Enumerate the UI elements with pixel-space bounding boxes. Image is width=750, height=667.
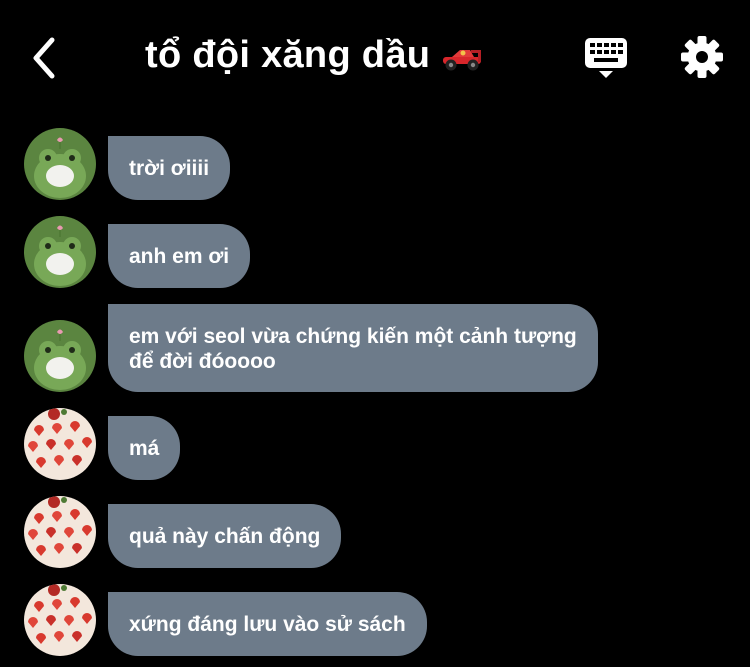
message-bubble[interactable]: em với seol vừa chứng kiến một cảnh tượn… <box>108 304 598 392</box>
strawberry-avatar[interactable] <box>24 584 96 656</box>
frog-avatar[interactable] <box>24 216 96 288</box>
strawberry-avatar[interactable] <box>24 408 96 480</box>
chevron-left-icon <box>33 37 55 79</box>
chat-header: tổ đội xăng dầu <box>0 0 750 115</box>
keyboard-button[interactable] <box>583 36 629 80</box>
message-bubble[interactable]: quả này chấn động <box>108 504 342 568</box>
message-bubble[interactable]: má <box>108 416 181 480</box>
frog-avatar[interactable] <box>24 320 96 392</box>
strawberry-avatar[interactable] <box>24 496 96 568</box>
settings-button[interactable] <box>680 35 724 79</box>
back-button[interactable] <box>28 36 62 80</box>
message-bubble[interactable]: trời ơiiii <box>108 136 231 200</box>
keyboard-icon <box>585 38 627 78</box>
racing-car-icon <box>440 41 486 71</box>
gear-icon <box>681 36 723 78</box>
chat-title-text: tổ đội xăng dầu <box>145 34 431 76</box>
message-bubble[interactable]: xứng đáng lưu vào sử sách <box>108 592 427 656</box>
frog-avatar[interactable] <box>24 128 96 200</box>
message-bubble[interactable]: anh em ơi <box>108 224 251 288</box>
chat-title[interactable]: tổ đội xăng dầu <box>145 34 486 77</box>
